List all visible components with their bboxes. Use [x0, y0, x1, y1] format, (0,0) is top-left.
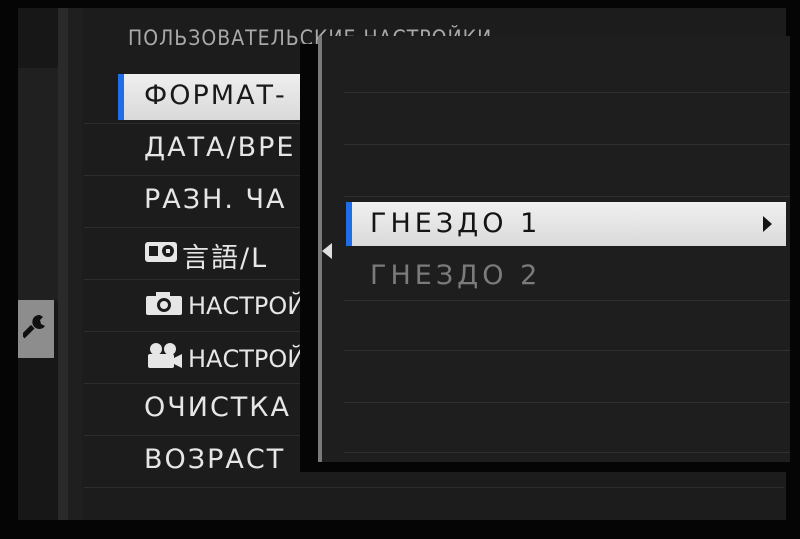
menu-item-camera-wrap: НАСТРОЙ: [144, 290, 305, 322]
menu-item-label: ВОЗРАСТ: [144, 444, 286, 475]
menu-item-label: ДАТА/ВРЕ: [144, 132, 296, 163]
menu-item-label: НАСТРОЙ: [188, 292, 306, 320]
tab-strip: [18, 68, 58, 300]
divider: [344, 196, 790, 197]
menu-item-label: НАСТРОЙ: [188, 345, 306, 373]
menu-item-label: ОЧИСТКА: [144, 392, 291, 423]
divider: [344, 92, 790, 93]
camera-screen: ПОЛЬЗОВАТЕЛЬСКИЕ НАСТРОЙКИ ФОРМАТ- ДАТА/…: [0, 0, 800, 539]
wrench-icon: [21, 312, 49, 347]
movie-camera-icon: [144, 342, 184, 376]
tab-setup[interactable]: [18, 300, 54, 358]
slot-label: ГНЕЗДО 2: [370, 260, 542, 291]
tab-column: [18, 8, 58, 520]
chevron-left-icon[interactable]: [322, 243, 332, 259]
menu-item-label: РАЗН. ЧА: [144, 184, 287, 215]
selection-bar: [118, 74, 124, 120]
divider: [344, 452, 790, 453]
menu-item-language-wrap: 言語/L: [144, 236, 268, 275]
divider: [58, 8, 68, 520]
slot-2-option[interactable]: ГНЕЗДО 2: [346, 254, 786, 298]
slot-label: ГНЕЗДО 1: [370, 208, 542, 239]
divider: [344, 402, 790, 403]
divider: [344, 144, 790, 145]
slot-1-option[interactable]: ГНЕЗДО 1: [346, 202, 786, 246]
language-icon: [144, 239, 178, 272]
divider: [68, 8, 82, 520]
menu-item-movie-wrap: НАСТРОЙ: [144, 342, 305, 376]
menu-item-label: 言語/L: [182, 243, 269, 274]
camera-icon: [144, 290, 184, 322]
menu-item-label: ФОРМАТ-: [144, 80, 287, 111]
divider: [344, 300, 790, 301]
slot-selection-popup: ГНЕЗДО 1 ГНЕЗДО 2: [318, 36, 790, 462]
divider: [344, 350, 790, 351]
selection-bar: [346, 202, 352, 246]
chevron-right-icon: [763, 216, 772, 232]
